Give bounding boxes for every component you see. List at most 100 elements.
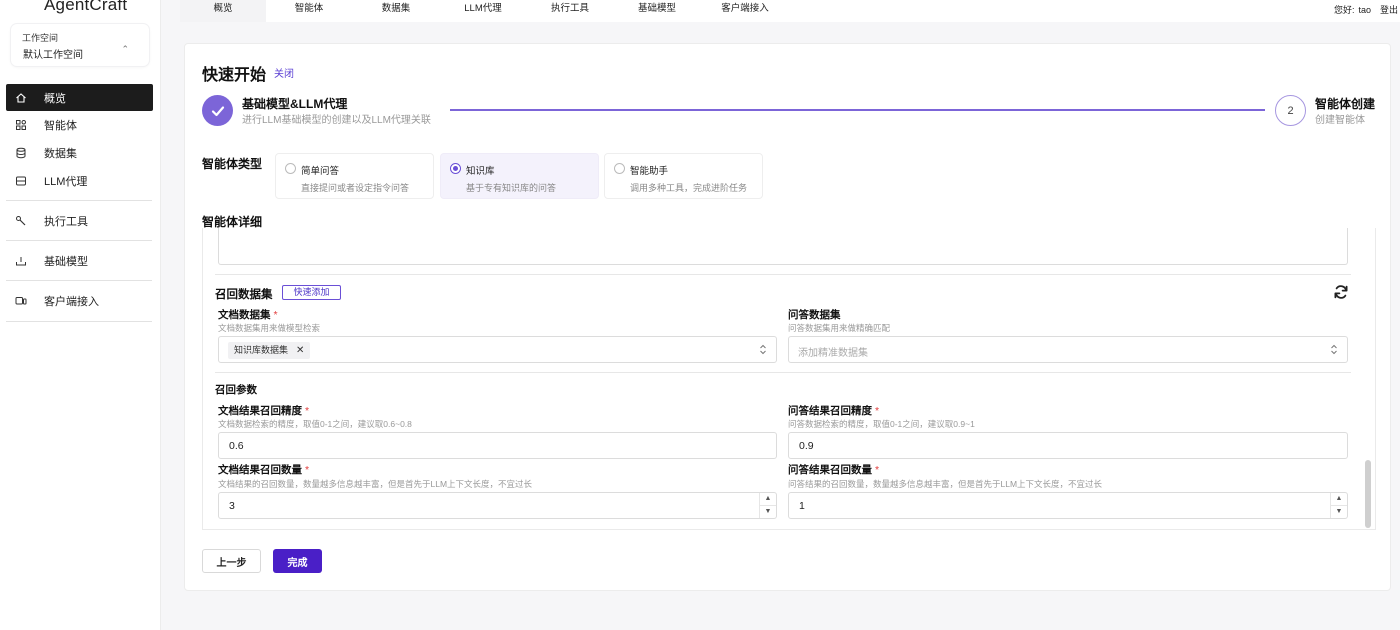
label-text: 文档数据集 [218,309,271,321]
step-connector [450,109,1265,111]
step-2-title: 智能体创建 [1315,97,1376,111]
previous-step-button[interactable]: 上一步 [202,549,261,573]
tag-remove-icon[interactable]: ✕ [296,342,304,359]
qa-count-stepper[interactable]: 1 ▲ ▼ [788,492,1348,519]
database-icon [14,146,28,160]
page-title: 快速开始 [202,67,267,84]
label-text: 文档结果召回数量 [218,464,302,476]
sidebar-item-label: 执行工具 [44,215,88,228]
sidebar-item-overview[interactable]: 概览 [6,84,153,111]
chevron-down-icon[interactable]: ▼ [760,506,776,519]
stepper-controls: ▲ ▼ [1330,493,1347,518]
option-desc: 基于专有知识库的问答 [466,183,557,193]
tab-client-access[interactable]: 客户端接入 [700,0,790,22]
tab-agents[interactable]: 智能体 [266,0,352,22]
agent-type-option-assistant[interactable]: 智能助手 调用多种工具，完成进阶任务 [604,153,763,199]
chevron-up-icon[interactable]: ▲ [1331,493,1347,506]
home-icon [14,91,28,105]
radio-icon[interactable] [285,163,296,174]
refresh-icon[interactable] [1333,284,1349,300]
doc-precision-hint: 文档数据检索的精度，取值0-1之间，建议取0.6~0.8 [218,419,412,429]
tag-label: 知识库数据集 [234,345,289,355]
greeting-text: 您好: [1333,5,1355,15]
divider [215,274,1351,275]
sidebar-item-base-models[interactable]: 基础模型 [6,247,153,274]
qa-precision-label: 问答结果召回精度 * [788,403,879,418]
chevron-updown-icon: ⌃ [121,44,129,54]
sidebar-divider [6,321,152,322]
radio-icon[interactable] [614,163,625,174]
chevron-updown-icon [759,344,767,357]
workspace-selector[interactable]: 工作空间 默认工作空间 ⌃ [11,24,149,66]
apps-icon [14,118,28,132]
dataset-tag: 知识库数据集 ✕ [228,342,311,359]
chevron-up-icon[interactable]: ▲ [760,493,776,506]
required-mark: * [305,464,310,476]
qa-count-label: 问答结果召回数量 * [788,462,879,477]
sidebar-item-llm-proxy[interactable]: LLM代理 [6,167,153,194]
agent-type-label: 智能体类型 [202,157,263,171]
tab-llm-proxy[interactable]: LLM代理 [440,0,526,22]
description-textarea[interactable] [218,228,1348,265]
radio-selected-icon[interactable] [450,163,461,174]
close-link[interactable]: 关闭 [274,65,294,80]
tool-icon [14,214,28,228]
quick-add-button[interactable]: 快速添加 [282,285,341,300]
stepper-controls: ▲ ▼ [759,493,776,518]
doc-dataset-hint: 文档数据集用来做模型检索 [218,323,321,333]
step-2-desc: 创建智能体 [1315,115,1365,126]
step-2-indicator: 2 [1275,95,1306,126]
tab-overview[interactable]: 概览 [180,0,266,22]
app-logo: AgentCraft [44,0,128,14]
input-value: 3 [229,500,235,512]
step-1-title: 基础模型&LLM代理 [242,97,348,111]
sidebar: AgentCraft 工作空间 默认工作空间 ⌃ 概览 智能体 数据集 LLM代… [0,0,161,630]
select-placeholder: 添加精准数据集 [798,348,868,359]
input-value: 0.6 [229,440,244,452]
qa-precision-hint: 问答数据检索的精度，取值0-1之间，建议取0.9~1 [788,419,975,429]
top-tab-bar: 概览 智能体 数据集 LLM代理 执行工具 基础模型 客户端接入 您好: tao 登… [180,0,1400,22]
recall-dataset-title: 召回数据集 [215,289,273,301]
panel-scrollbar[interactable] [1365,460,1371,528]
sidebar-item-datasets[interactable]: 数据集 [6,139,153,166]
tab-base-models[interactable]: 基础模型 [614,0,700,22]
sidebar-divider [6,280,152,281]
model-icon [14,254,28,268]
doc-count-hint: 文档结果的召回数量，数量越多信息越丰富，但是首先于LLM上下文长度，不宜过长 [218,479,533,489]
label-text: 文档结果召回精度 [218,405,302,417]
doc-dataset-label: 文档数据集 * [218,307,278,322]
username: tao [1358,5,1371,15]
sidebar-item-label: 数据集 [44,147,77,160]
doc-dataset-select[interactable]: 知识库数据集 ✕ [218,336,777,363]
sidebar-item-agents[interactable]: 智能体 [6,111,153,138]
required-mark: * [875,464,880,476]
option-title: 简单问答 [301,166,340,177]
agent-type-option-knowledge-base[interactable]: 知识库 基于专有知识库的问答 [440,153,599,199]
step-1-desc: 进行LLM基础模型的创建以及LLM代理关联 [242,115,431,126]
sidebar-item-label: 概览 [44,92,66,105]
input-value: 0.9 [799,440,814,452]
qa-dataset-select[interactable]: 添加精准数据集 [788,336,1348,363]
workspace-value: 默认工作空间 [23,50,83,61]
qa-precision-input[interactable]: 0.9 [788,432,1348,459]
finish-button[interactable]: 完成 [273,549,322,573]
logout-link[interactable]: 登出 [1380,5,1398,15]
tab-datasets[interactable]: 数据集 [352,0,440,22]
qa-dataset-hint: 问答数据集用来做精确匹配 [788,323,891,333]
doc-precision-label: 文档结果召回精度 * [218,403,309,418]
sidebar-divider [6,240,152,241]
sidebar-item-client-access[interactable]: 客户端接入 [6,287,153,314]
doc-precision-input[interactable]: 0.6 [218,432,777,459]
divider [215,372,1351,373]
sidebar-item-label: 基础模型 [44,255,88,268]
server-icon [14,174,28,188]
tab-tools[interactable]: 执行工具 [526,0,614,22]
sidebar-item-label: 智能体 [44,119,77,132]
sidebar-item-tools[interactable]: 执行工具 [6,207,153,234]
option-desc: 调用多种工具，完成进阶任务 [630,183,748,193]
check-icon [211,105,224,116]
agent-type-option-simple-qa[interactable]: 简单问答 直接提问或者设定指令问答 [275,153,434,199]
user-greeting: 您好: tao 登出 [1330,3,1398,16]
chevron-down-icon[interactable]: ▼ [1331,506,1347,519]
doc-count-stepper[interactable]: 3 ▲ ▼ [218,492,777,519]
